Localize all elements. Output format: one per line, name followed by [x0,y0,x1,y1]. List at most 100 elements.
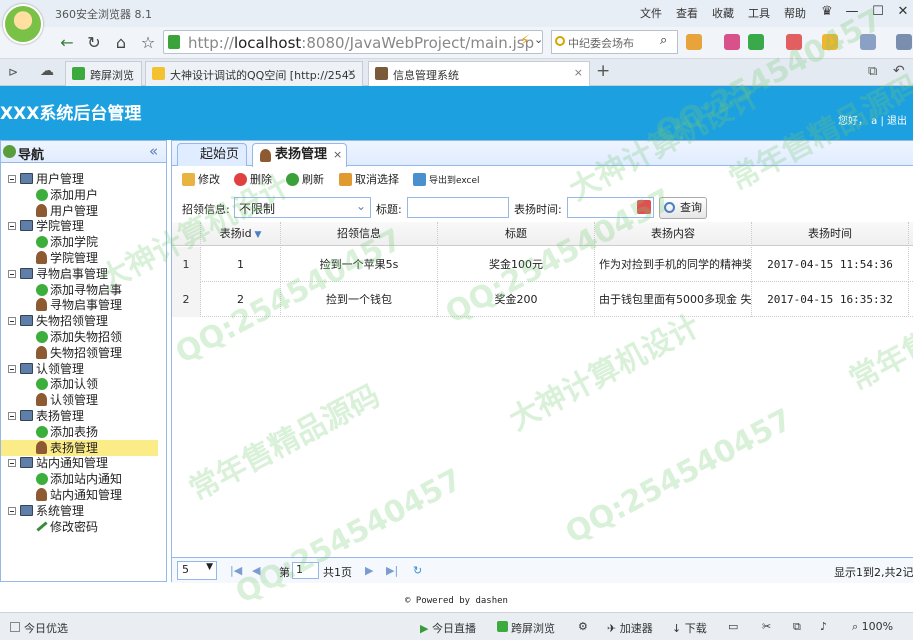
status-download[interactable]: ↓ 下载 [672,620,707,636]
prev-page-icon[interactable]: ◀ [252,564,260,577]
screenshot-icon[interactable]: ✂ [762,620,771,633]
collapse-node-icon[interactable] [8,175,16,183]
sidebar-toggle-icon[interactable]: ⊳ [8,65,18,79]
nav-group[interactable]: 站内通知管理 [1,455,158,471]
collapse-node-icon[interactable] [8,364,16,373]
calendar-icon[interactable] [637,200,651,214]
table-row[interactable]: 2 2 捡到一个钱包 奖金200 由于钱包里面有5000多现金 失 2017-04-15 … [172,282,913,317]
close-tab-icon[interactable]: × [574,66,583,79]
cloud-icon[interactable]: ☁ [40,63,54,79]
nav-group[interactable]: 认领管理 [1,361,158,377]
search-icon[interactable]: ⌕ [660,33,667,48]
minimize-icon[interactable]: — [840,1,864,23]
query-button[interactable]: 查询 [659,197,707,219]
extension-icon[interactable] [860,34,876,50]
extension-icon[interactable] [896,34,912,50]
nav-item[interactable]: 用户管理 [1,203,158,219]
menu-favorites[interactable]: 收藏 [712,5,734,21]
header-title[interactable]: 标题 [438,222,595,246]
menu-tools[interactable]: 工具 [748,5,770,21]
title-input[interactable] [407,197,509,218]
nav-item[interactable]: 添加站内通知 [1,471,158,487]
close-tab-icon[interactable]: × [333,144,342,166]
collapse-node-icon[interactable] [8,222,16,231]
back-icon[interactable]: ← [55,31,79,55]
speaker-icon[interactable]: ♪ [820,620,827,633]
header-time[interactable]: 表扬时间 [752,222,909,246]
window-icon[interactable]: ▭ [728,620,738,633]
praise-time-input[interactable] [567,197,654,218]
browser-tab-qq-space[interactable]: 大神设计调试的QQ空间 [http://2545 × [145,61,363,86]
header-praise-id[interactable]: 表扬id ▼ [201,222,281,246]
nav-group[interactable]: 系统管理 [1,503,158,519]
tab-praise-manage[interactable]: 表扬管理 × [252,143,347,167]
nav-item[interactable]: 添加失物招领 [1,329,158,345]
collapse-node-icon[interactable] [8,317,16,326]
refresh-icon[interactable]: ↻ [82,31,106,55]
nav-item[interactable]: 站内通知管理 [1,487,158,503]
nav-item[interactable]: 表扬管理 [1,439,158,456]
new-tab-icon[interactable]: + [596,61,610,81]
menu-file[interactable]: 文件 [640,5,662,21]
nav-item[interactable]: 添加学院 [1,234,158,250]
nav-item[interactable]: 添加寻物启事 [1,282,158,298]
collapse-node-icon[interactable] [8,412,16,420]
next-page-icon[interactable]: ▶ [365,564,373,577]
gear-icon[interactable]: ⚙ [578,620,588,633]
nav-group[interactable]: 失物招领管理 [1,313,158,329]
today-picks[interactable]: 今日优选 [10,620,68,636]
browser-avatar-icon[interactable] [3,4,43,44]
nav-item[interactable]: 失物招领管理 [1,345,158,361]
status-cross-screen[interactable]: 跨屏浏览 [497,620,555,636]
nav-item[interactable]: 寻物启事管理 [1,297,158,313]
extension-icon[interactable] [748,34,764,50]
status-zoom[interactable]: ⌕ 100% [852,620,893,634]
nav-item[interactable]: 添加认领 [1,376,158,392]
menu-help[interactable]: 帮助 [784,5,806,21]
menu-view[interactable]: 查看 [676,5,698,21]
extension-icon[interactable] [724,34,740,50]
copy-icon[interactable]: ⧉ [793,620,801,634]
undo-icon[interactable]: ↶ [893,63,905,79]
edit-button[interactable]: 修改 [182,172,220,188]
status-live[interactable]: ▶ 今日直播 [420,620,476,636]
restore-tab-icon[interactable]: ⧉ [868,64,877,79]
greeting[interactable]: 您好， a | 退出 [838,112,907,127]
extension-icon[interactable] [822,34,838,50]
last-page-icon[interactable]: ▶| [386,564,398,577]
nav-item[interactable]: 学院管理 [1,250,158,266]
lightning-icon[interactable]: ⚡ [520,33,530,49]
star-icon[interactable]: ☆ [136,31,160,55]
tab-home[interactable]: 起始页 [177,143,247,166]
chevron-down-icon[interactable]: ⌄ [534,33,543,46]
export-excel-button[interactable]: 导出到excel [413,172,480,189]
skin-icon[interactable]: ♛ [815,1,839,23]
home-icon[interactable]: ⌂ [109,31,133,55]
first-page-icon[interactable]: |◀ [230,564,242,577]
nav-group[interactable]: 寻物启事管理 [1,266,158,282]
extension-icon[interactable] [786,34,802,50]
lost-info-select[interactable]: 不限制 ⌄ [234,197,371,218]
collapse-node-icon[interactable] [8,506,16,515]
header-lost-info[interactable]: 招领信息 [281,222,438,246]
url-input[interactable]: http://localhost:8080/JavaWebProject/mai… [163,30,543,54]
browser-tab-cross-screen[interactable]: 跨屏浏览 [65,61,142,86]
collapse-node-icon[interactable] [8,459,16,468]
nav-item[interactable]: 添加表扬 [1,424,158,440]
collapse-node-icon[interactable] [8,269,16,278]
nav-group[interactable]: 表扬管理 [1,408,158,424]
nav-item[interactable]: 认领管理 [1,392,158,408]
delete-button[interactable]: 删除 [234,172,272,188]
refresh-button[interactable]: 刷新 [286,172,324,188]
nav-item[interactable]: 添加用户 [1,187,158,203]
nav-item[interactable]: 修改密码 [1,519,158,535]
reload-icon[interactable]: ↻ [413,564,422,577]
page-size-select[interactable]: 5 ▼ [177,561,217,580]
status-accelerator[interactable]: ✈ 加速器 [607,620,653,636]
header-content[interactable]: 表扬内容 [595,222,752,246]
extension-icon[interactable] [686,34,702,50]
collapse-icon[interactable]: « [149,142,158,160]
maximize-icon[interactable]: ☐ [866,1,890,23]
search-input[interactable]: 中纪委会场布 ⌕ [551,30,678,54]
cancel-select-button[interactable]: 取消选择 [339,172,399,188]
